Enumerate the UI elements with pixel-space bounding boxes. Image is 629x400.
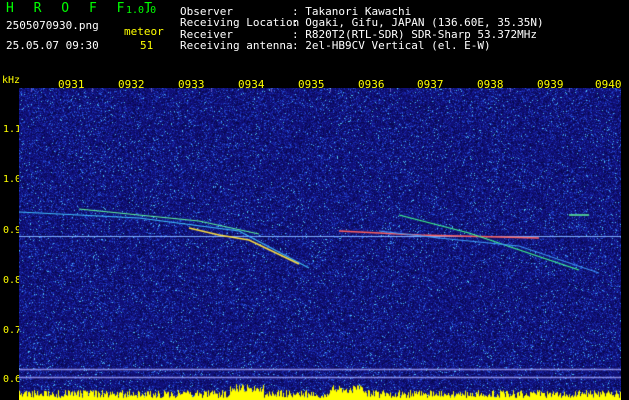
info-label-antenna: Receiving antenna	[180, 39, 293, 52]
meteor-count: 51	[140, 39, 154, 52]
app-version: 1.0.0	[126, 5, 157, 16]
frequency-unit: kHz	[2, 75, 21, 86]
file-name: 2505070930.png	[6, 19, 99, 32]
header-panel: H R O F F T 1.0.0 2505070930.png meteor …	[0, 0, 629, 74]
date-time: 25.05.07 09:30	[6, 39, 99, 52]
spectrogram-canvas	[19, 88, 621, 400]
meteor-label: meteor	[124, 25, 164, 38]
info-value-antenna: : 2el-HB9CV Vertical (el. E-W)	[292, 39, 491, 52]
